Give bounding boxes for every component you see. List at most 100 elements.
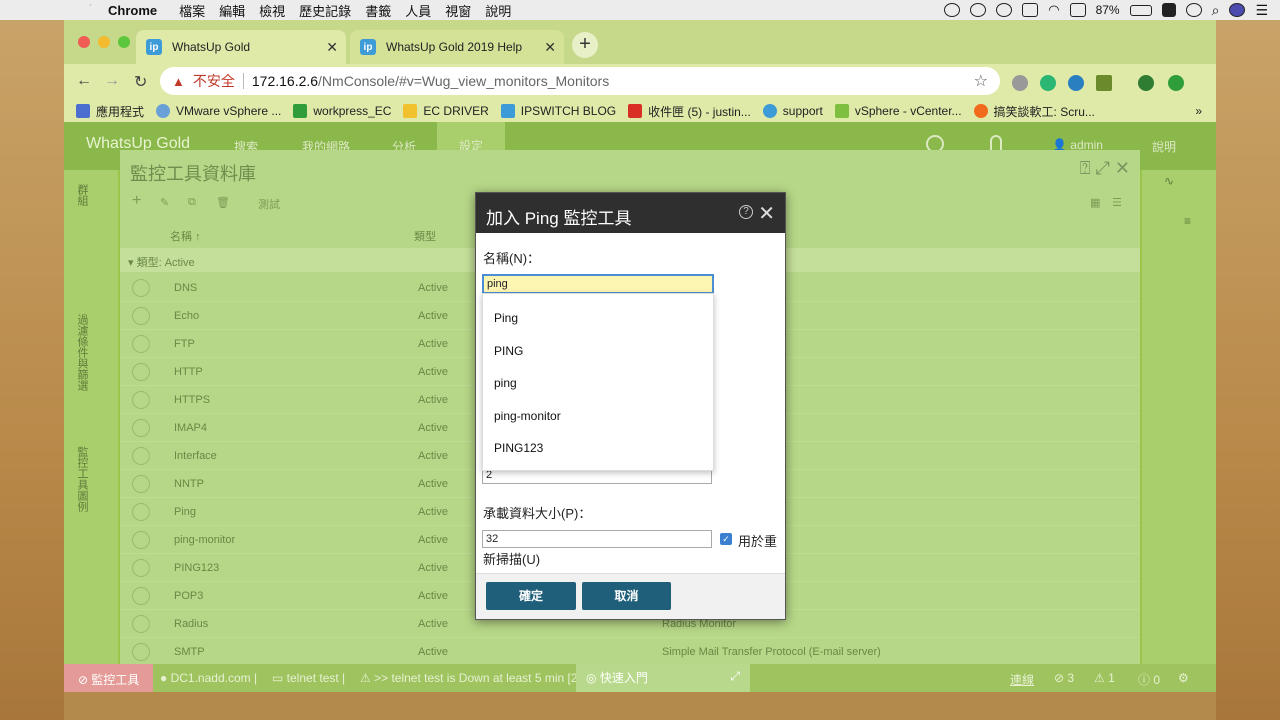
add-icon[interactable]: + (132, 192, 141, 210)
activity-icon[interactable]: ∿ (1164, 174, 1174, 188)
new-tab-button[interactable]: + (572, 32, 598, 58)
sidebar-filter[interactable]: 過濾條件與篩選 (74, 314, 90, 391)
bookmark-workpress[interactable]: workpress_EC (293, 104, 391, 118)
window-close-button[interactable] (78, 36, 90, 48)
list-menu-icon[interactable]: ≡ (1184, 214, 1191, 228)
cancel-button[interactable]: 取消 (582, 582, 671, 610)
bookmark-scrum[interactable]: 搞笑談軟工: Scru... (973, 103, 1095, 120)
collapse-chevron-icon[interactable]: ▾ (128, 257, 134, 269)
table-row[interactable]: SMTP Active Simple Mail Transfer Protocol … (120, 638, 1140, 666)
window-zoom-button[interactable] (118, 36, 130, 48)
menubar-item-file[interactable]: 檔案 (179, 1, 205, 20)
group-label: 類型: Active (136, 257, 195, 269)
menubar-item-edit[interactable]: 編輯 (219, 1, 245, 20)
forward-arrow-icon[interactable]: → (104, 72, 120, 90)
nav-help[interactable]: 說明 (1152, 138, 1176, 155)
sidebar-monitor-legend[interactable]: 監控工具圖例 (74, 446, 90, 512)
spotlight-search-icon[interactable]: ⌕ (1212, 2, 1220, 19)
menubar-app-name[interactable]: Chrome (108, 3, 157, 18)
panel-close-icon[interactable]: ⍰ ⤢ ✕ (1080, 158, 1130, 179)
bookmark-star-icon[interactable]: ☆ (974, 71, 988, 91)
apple-icon[interactable] (82, 3, 96, 17)
battery-icon[interactable] (1129, 4, 1152, 16)
back-arrow-icon[interactable]: ← (76, 72, 92, 90)
bookmark-gmail[interactable]: 收件匣 (5) - justin... (628, 103, 751, 120)
rescan-checkbox[interactable]: ✓ (720, 533, 732, 545)
bookmark-ipswitch-blog[interactable]: IPSWITCH BLOG (500, 104, 616, 118)
status-device[interactable]: ● DC1.nadd.com | (160, 671, 257, 685)
row-name: HTTP (174, 366, 203, 378)
autocomplete-option[interactable]: PING123 (494, 441, 543, 455)
autocomplete-option[interactable]: ping (494, 376, 517, 390)
name-input[interactable]: ping (482, 274, 714, 294)
help-icon[interactable]: ? (739, 205, 753, 219)
sidebar-groups[interactable]: 群組 (74, 184, 90, 206)
clock-icon[interactable] (1185, 3, 1202, 17)
bookmark-label: 搞笑談軟工: Scru... (993, 104, 1095, 119)
col-name-header[interactable]: 名稱 ↑ (170, 228, 201, 244)
bookmarks-overflow-icon[interactable]: » (1195, 104, 1202, 118)
autocomplete-option[interactable]: Ping (494, 311, 518, 325)
settings-gear-icon[interactable]: ⚙ (1178, 671, 1189, 685)
copy-icon[interactable]: ⧉ (188, 196, 196, 209)
delete-icon[interactable]: 🗑 (216, 196, 230, 209)
payload-size-input[interactable]: 32 (482, 530, 712, 548)
status-link[interactable]: 連線 (1010, 671, 1034, 688)
warning-triangle-icon[interactable]: ▲ (172, 74, 185, 89)
quickstart-button[interactable]: ◎ 快速入門 ⤢ (576, 664, 750, 692)
airplay-icon[interactable] (1069, 3, 1086, 17)
memory-icon[interactable] (1022, 3, 1039, 17)
status-telnet[interactable]: ▭ telnet test | (272, 671, 345, 685)
grid-view-icon[interactable]: ▦ (1090, 196, 1100, 209)
status-errors[interactable]: ⊘ 3 (1054, 671, 1074, 685)
menubar-item-help[interactable]: 說明 (485, 1, 511, 20)
macos-menubar: Chrome 檔案 編輯 檢視 歷史記錄 書籤 人員 視窗 說明 ◠ 87% ⌕… (0, 0, 1280, 20)
siri-icon[interactable] (1229, 3, 1246, 17)
bookmark-apps[interactable]: 應用程式 (76, 103, 144, 120)
extension-shield-icon[interactable] (1068, 75, 1084, 91)
input-source-icon[interactable] (1161, 3, 1176, 17)
tab-whatsup-gold[interactable]: ip WhatsUp Gold ✕ (136, 30, 346, 64)
creative-cloud-icon[interactable] (996, 3, 1013, 17)
menubar-item-window[interactable]: 視窗 (445, 1, 471, 20)
menubar-item-history[interactable]: 歷史記錄 (299, 1, 351, 20)
monitor-type-icon (132, 615, 150, 633)
tab-close-icon[interactable]: ✕ (544, 39, 556, 56)
extension-folder-icon[interactable] (1096, 75, 1112, 91)
record-icon[interactable] (944, 3, 961, 17)
menubar-item-view[interactable]: 檢視 (259, 1, 285, 20)
status-info[interactable]: ⓘ 0 (1138, 671, 1160, 688)
status-message[interactable]: ⚠ >> telnet test is Down at least 5 min … (360, 671, 578, 685)
autocomplete-option[interactable]: ping-monitor (494, 409, 561, 423)
address-bar[interactable]: ▲ 不安全 172.16.2.6 /NmConsole/#v=Wug_view_… (160, 67, 1000, 95)
line-icon[interactable] (970, 3, 987, 17)
reload-icon[interactable]: ↻ (134, 72, 147, 92)
status-warnings[interactable]: ⚠ 1 (1094, 671, 1115, 685)
tab-whatsup-gold-help[interactable]: ip WhatsUp Gold 2019 Help ✕ (350, 30, 564, 64)
dialog-close-icon[interactable]: ✕ (758, 201, 775, 226)
grammarly-icon[interactable] (1040, 75, 1056, 91)
status-monitor-tool[interactable]: ⊘ 監控工具 (64, 664, 154, 692)
edit-icon[interactable]: ✎ (160, 196, 169, 209)
autocomplete-option[interactable]: PING (494, 344, 523, 358)
tab-close-icon[interactable]: ✕ (326, 39, 338, 56)
bookmark-vmware[interactable]: VMware vSphere ... (156, 104, 281, 118)
not-secure-label[interactable]: 不安全 (193, 71, 235, 91)
menubar-item-bookmarks[interactable]: 書籤 (365, 1, 391, 20)
bookmark-support[interactable]: support (762, 104, 823, 118)
expand-icon[interactable]: ⤢ (730, 669, 740, 684)
update-arrow-icon[interactable] (1168, 75, 1184, 91)
monitor-type-icon (132, 391, 150, 409)
extension-icon[interactable] (1012, 75, 1028, 91)
notification-center-icon[interactable]: ☰ (1255, 2, 1268, 19)
window-minimize-button[interactable] (98, 36, 110, 48)
test-button[interactable]: 測試 (258, 196, 280, 212)
list-view-icon[interactable]: ☰ (1112, 196, 1122, 209)
col-type-header[interactable]: 類型 (414, 228, 436, 244)
wifi-icon[interactable]: ◠ (1048, 2, 1059, 18)
bookmark-ec-driver[interactable]: EC DRIVER (403, 104, 489, 118)
ok-button[interactable]: 確定 (486, 582, 576, 610)
bookmark-vsphere-vcenter[interactable]: vSphere - vCenter... (834, 104, 962, 118)
menubar-item-people[interactable]: 人員 (405, 1, 431, 20)
profile-avatar-icon[interactable] (1138, 75, 1154, 91)
